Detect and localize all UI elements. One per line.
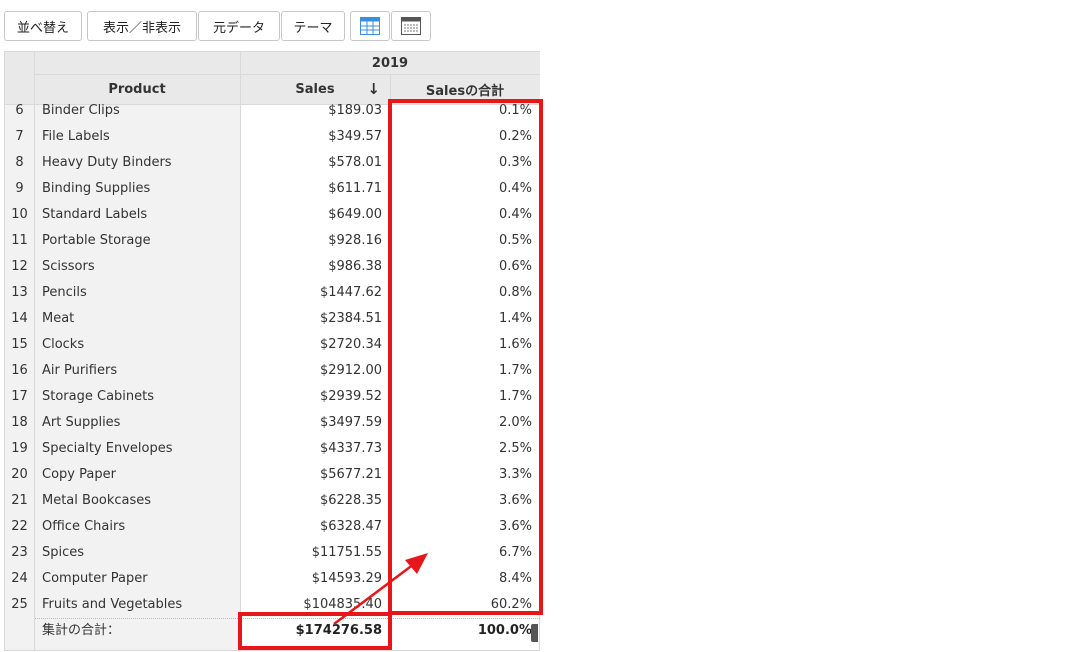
sales-cell: $4337.73: [319, 441, 382, 456]
row-number: 14: [11, 311, 28, 326]
product-cell: Storage Cabinets: [42, 389, 155, 404]
sales-cell: $928.16: [328, 233, 382, 248]
pct-cell: 0.5%: [498, 233, 532, 248]
layout-view-button[interactable]: [391, 11, 431, 41]
pct-cell: 3.6%: [498, 519, 532, 534]
sales-cell: $1447.62: [319, 285, 382, 300]
pct-cell: 1.4%: [498, 311, 532, 326]
layout-icon: [401, 17, 421, 35]
pct-cell: 0.4%: [498, 207, 532, 222]
row-number: 17: [11, 389, 28, 404]
sales-cell: $104835.40: [303, 597, 382, 612]
grand-total-label: 集計の合計：: [42, 623, 121, 638]
product-cell: Pencils: [42, 285, 87, 300]
row-number: 7: [15, 129, 24, 144]
row-number: 10: [11, 207, 28, 222]
row-number: 6: [15, 103, 24, 118]
sales-cell: $11751.55: [311, 545, 382, 560]
product-cell: Binding Supplies: [42, 181, 151, 196]
pct-cell: 0.8%: [498, 285, 532, 300]
product-cell: Meat: [42, 311, 75, 326]
sales-cell: $649.00: [328, 207, 382, 222]
sales-header-label: Sales: [295, 81, 335, 97]
column-resize-handle[interactable]: [531, 624, 538, 642]
grand-total-sales: $174276.58: [295, 623, 382, 638]
product-cell: Portable Storage: [42, 233, 151, 248]
row-number: 22: [11, 519, 28, 534]
grand-total-pct: 100.0%: [477, 623, 532, 638]
corner-cell: [5, 52, 34, 104]
product-cell: Clocks: [42, 337, 85, 352]
sales-cell: $189.03: [328, 103, 382, 118]
product-cell: Computer Paper: [42, 571, 148, 586]
sales-cell: $986.38: [328, 259, 382, 274]
row-number: 23: [11, 545, 28, 560]
pct-cell: 3.6%: [498, 493, 532, 508]
sales-cell: $3497.59: [319, 415, 382, 430]
product-cell: Specialty Envelopes: [42, 441, 173, 456]
product-cell: Scissors: [42, 259, 95, 274]
pct-cell: 1.7%: [498, 389, 532, 404]
row-number: 21: [11, 493, 28, 508]
table-icon: [360, 17, 380, 35]
pct-cell: 60.2%: [490, 597, 532, 612]
source-data-button[interactable]: 元データ: [198, 11, 280, 41]
pct-cell: 0.3%: [498, 155, 532, 170]
pct-cell: 2.5%: [498, 441, 532, 456]
pct-cell: 0.2%: [498, 129, 532, 144]
pct-cell: 1.7%: [498, 363, 532, 378]
sales-cell: $2384.51: [319, 311, 382, 326]
table-view-button[interactable]: [350, 11, 390, 41]
product-cell: Heavy Duty Binders: [42, 155, 172, 170]
pct-cell: 0.6%: [498, 259, 532, 274]
product-cell: Copy Paper: [42, 467, 116, 482]
pivot-table: 2019 Product Sales ↓ Salesの合計 6 Binder Cl…: [4, 51, 540, 651]
sort-down-icon[interactable]: ↓: [367, 80, 380, 98]
row-number: 19: [11, 441, 28, 456]
row-number: 24: [11, 571, 28, 586]
row-number: 15: [11, 337, 28, 352]
product-cell: Art Supplies: [42, 415, 121, 430]
pct-cell: 8.4%: [498, 571, 532, 586]
show-hide-button[interactable]: 表示／非表示: [87, 11, 197, 41]
product-cell: Fruits and Vegetables: [42, 597, 183, 612]
sales-cell: $2720.34: [319, 337, 382, 352]
product-cell: Metal Bookcases: [42, 493, 152, 508]
sort-button[interactable]: 並べ替え: [4, 11, 82, 41]
sales-cell: $14593.29: [311, 571, 382, 586]
row-number: 11: [11, 233, 28, 248]
pct-cell: 2.0%: [498, 415, 532, 430]
pct-cell: 1.6%: [498, 337, 532, 352]
blank-header: [34, 52, 240, 74]
row-number: 20: [11, 467, 28, 482]
sales-cell: $6328.47: [319, 519, 382, 534]
sales-cell: $2939.52: [319, 389, 382, 404]
sales-cell: $6228.35: [319, 493, 382, 508]
product-cell: Spices: [42, 545, 85, 560]
pct-cell: 3.3%: [498, 467, 532, 482]
pct-cell: 0.1%: [498, 103, 532, 118]
pct-cell: 6.7%: [498, 545, 532, 560]
row-number: 18: [11, 415, 28, 430]
product-cell: Standard Labels: [42, 207, 148, 222]
row-number: 8: [15, 155, 24, 170]
row-number: 16: [11, 363, 28, 378]
sales-cell: $611.71: [328, 181, 382, 196]
product-cell: Air Purifiers: [42, 363, 118, 378]
row-number: 9: [15, 181, 24, 196]
row-number: 13: [11, 285, 28, 300]
sales-cell: $349.57: [328, 129, 382, 144]
pct-cell: 0.4%: [498, 181, 532, 196]
row-number: 25: [11, 597, 28, 612]
sales-cell: $2912.00: [319, 363, 382, 378]
product-cell: File Labels: [42, 129, 110, 144]
row-number: 12: [11, 259, 28, 274]
product-cell: Binder Clips: [42, 103, 120, 118]
product-cell: Office Chairs: [42, 519, 126, 534]
theme-button[interactable]: テーマ: [281, 11, 345, 41]
year-header: 2019: [240, 52, 540, 74]
sales-cell: $578.01: [328, 155, 382, 170]
sales-cell: $5677.21: [319, 467, 382, 482]
